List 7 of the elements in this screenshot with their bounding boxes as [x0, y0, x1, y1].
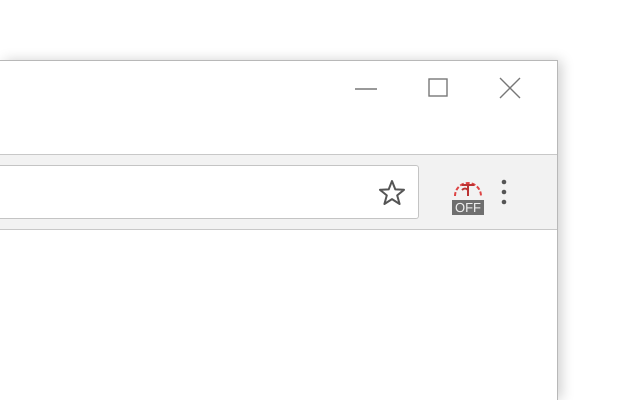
address-field[interactable] — [0, 165, 419, 219]
star-icon[interactable] — [378, 178, 406, 206]
menu-icon[interactable] — [501, 178, 507, 206]
close-icon[interactable] — [499, 77, 521, 99]
maximize-icon[interactable] — [428, 77, 448, 97]
extension-button[interactable]: OFF — [449, 169, 487, 215]
off-badge: OFF — [452, 200, 484, 215]
